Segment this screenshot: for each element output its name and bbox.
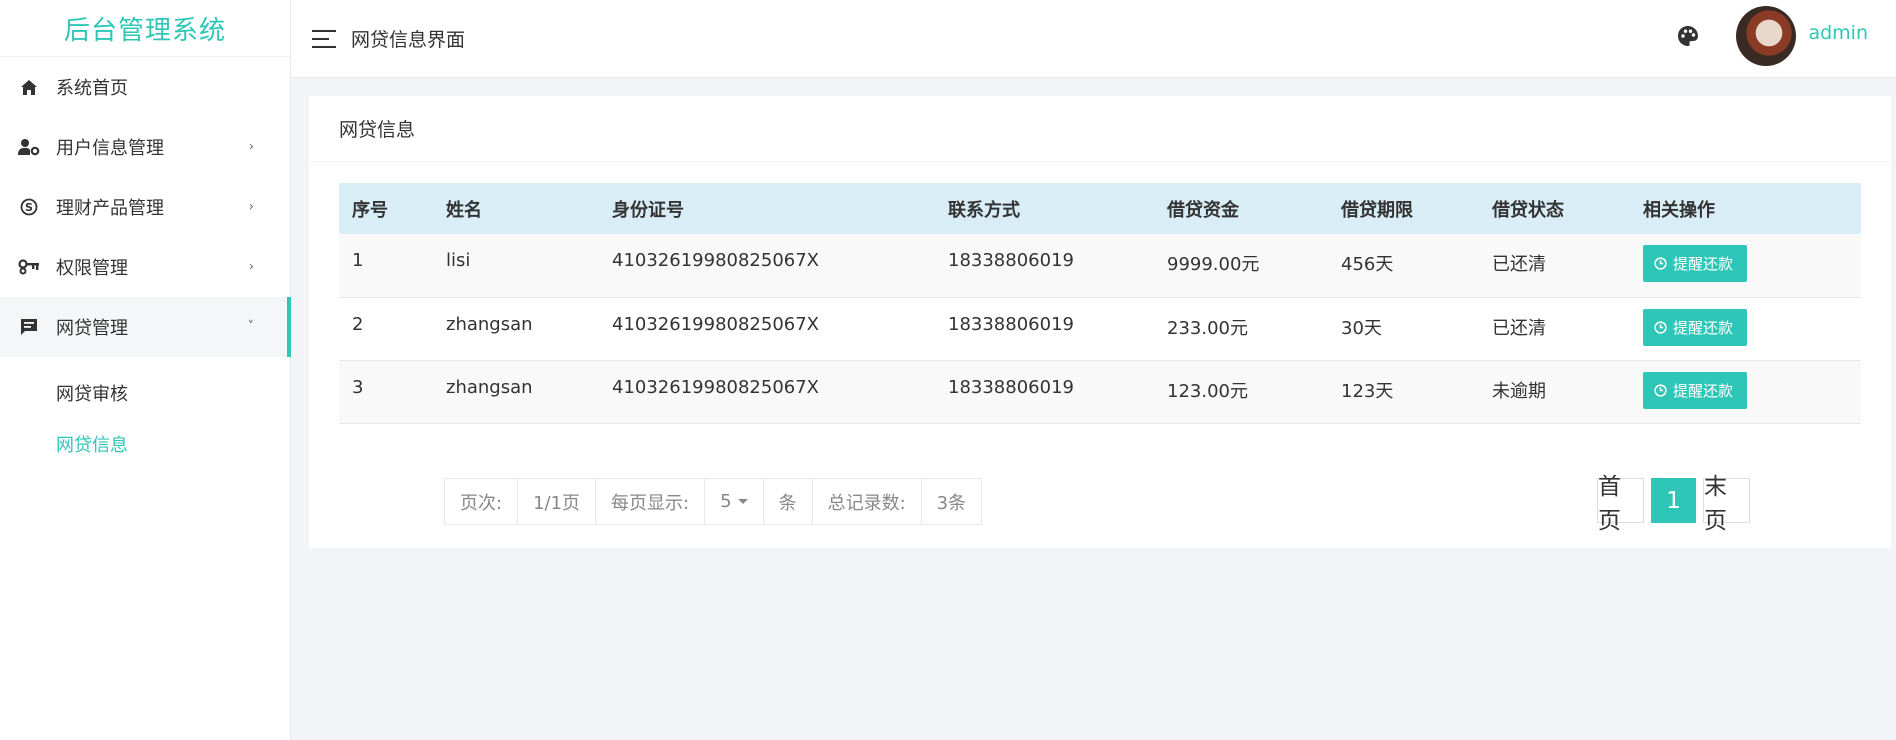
page-label: 页次: bbox=[445, 479, 519, 524]
last-page-button[interactable]: 末页 bbox=[1703, 474, 1750, 534]
sidebar-item-label: 权限管理 bbox=[56, 258, 128, 279]
cell-term: 456天 bbox=[1341, 254, 1394, 275]
cell-amount: 233.00元 bbox=[1167, 317, 1248, 339]
card-title: 网贷信息 bbox=[309, 96, 1891, 162]
cell-phone: 18338806019 bbox=[948, 376, 1074, 398]
sidebar-item-label: 系统首页 bbox=[56, 78, 128, 99]
cell-no: 1 bbox=[352, 250, 364, 271]
column-header: 姓名 bbox=[446, 199, 482, 221]
cell-term: 30天 bbox=[1341, 317, 1382, 339]
table-row: 1 lisi 41032619980825067X 18338806019 99… bbox=[339, 234, 1861, 297]
pagination-info: 页次: 1/1页 每页显示: 5 条 总记录数: 3条 bbox=[444, 478, 983, 525]
menu-toggle-icon[interactable] bbox=[312, 29, 336, 48]
chevron-down-icon: ˅ bbox=[247, 319, 255, 335]
column-header: 相关操作 bbox=[1643, 199, 1715, 221]
chevron-right-icon: › bbox=[248, 139, 254, 155]
cell-status: 已还清 bbox=[1492, 254, 1546, 275]
cell-name: lisi bbox=[446, 250, 471, 271]
chevron-right-icon: › bbox=[248, 199, 254, 215]
total-value: 3条 bbox=[936, 492, 967, 514]
brand: 后台管理系统 bbox=[0, 0, 290, 57]
remind-repay-label: 提醒还款 bbox=[1673, 381, 1734, 400]
cell-name: zhangsan bbox=[446, 376, 533, 398]
per-page-unit: 条 bbox=[764, 479, 813, 524]
key-icon bbox=[18, 256, 40, 278]
svg-text:S: S bbox=[25, 201, 33, 214]
cell-id-card: 41032619980825067X bbox=[612, 376, 820, 398]
cell-id-card: 41032619980825067X bbox=[612, 250, 820, 271]
sidebar-item-loan-management[interactable]: 网贷管理 ˅ bbox=[0, 297, 291, 357]
cell-no: 3 bbox=[352, 376, 364, 398]
column-header: 联系方式 bbox=[948, 199, 1020, 221]
cell-amount: 9999.00元 bbox=[1167, 254, 1260, 275]
sidebar-subitem-loan-review[interactable]: 网贷审核 bbox=[0, 367, 290, 418]
table-row: 3 zhangsan 41032619980825067X 1833880601… bbox=[339, 360, 1861, 423]
remind-repay-button[interactable]: 提醒还款 bbox=[1643, 308, 1748, 346]
cell-action: 提醒还款 bbox=[1630, 360, 1861, 423]
caret-down-icon bbox=[737, 499, 748, 504]
remind-repay-button[interactable]: 提醒还款 bbox=[1643, 371, 1748, 409]
clock-icon bbox=[1654, 320, 1667, 334]
remind-repay-button[interactable]: 提醒还款 bbox=[1643, 245, 1748, 282]
column-header: 序号 bbox=[352, 199, 388, 221]
cell-id-card: 41032619980825067X bbox=[612, 313, 820, 335]
total-label: 总记录数: bbox=[813, 479, 922, 524]
skype-icon: S bbox=[18, 196, 40, 218]
top-header: 网贷信息界面 admin bbox=[291, 0, 1896, 78]
sidebar-item-permission[interactable]: 权限管理 › bbox=[0, 237, 290, 297]
sidebar-item-label: 理财产品管理 bbox=[56, 198, 164, 219]
cell-no: 2 bbox=[352, 313, 364, 335]
first-page-button[interactable]: 首页 bbox=[1597, 474, 1644, 534]
chevron-right-icon: › bbox=[248, 259, 254, 275]
cell-status: 未逾期 bbox=[1492, 380, 1546, 402]
app-title: 后台管理系统 bbox=[63, 15, 226, 46]
page-number-button[interactable]: 1 bbox=[1651, 478, 1696, 523]
avatar[interactable] bbox=[1736, 6, 1796, 66]
table-row: 2 zhangsan 41032619980825067X 1833880601… bbox=[339, 297, 1861, 360]
column-header: 借贷资金 bbox=[1167, 199, 1239, 221]
sidebar-item-home[interactable]: 系统首页 bbox=[0, 57, 290, 117]
user-gear-icon bbox=[18, 136, 40, 158]
username[interactable]: admin bbox=[1808, 22, 1868, 44]
per-page-select[interactable]: 5 bbox=[705, 479, 764, 524]
home-icon bbox=[18, 76, 40, 98]
cell-amount: 123.00元 bbox=[1167, 380, 1248, 402]
per-page-value: 5 bbox=[720, 491, 732, 512]
cell-name: zhangsan bbox=[446, 313, 533, 335]
message-icon bbox=[18, 316, 40, 338]
remind-repay-label: 提醒还款 bbox=[1673, 255, 1734, 273]
sidebar-item-user-management[interactable]: 用户信息管理 › bbox=[0, 117, 290, 177]
cell-action: 提醒还款 bbox=[1630, 234, 1861, 297]
pagination-nav: 首页 1 末页 bbox=[1597, 474, 1750, 534]
loan-table: 序号 姓名 身份证号 联系方式 借贷资金 借贷期限 借贷状态 相关操作 1 li… bbox=[339, 183, 1861, 424]
per-page-label: 每页显示: bbox=[596, 479, 706, 524]
clock-icon bbox=[1654, 383, 1667, 397]
sidebar-item-product-management[interactable]: S 理财产品管理 › bbox=[0, 177, 290, 237]
cell-phone: 18338806019 bbox=[948, 250, 1074, 271]
sidebar-subitem-loan-info[interactable]: 网贷信息 bbox=[0, 418, 290, 469]
cell-phone: 18338806019 bbox=[948, 313, 1074, 335]
sidebar-item-label: 用户信息管理 bbox=[56, 138, 164, 159]
page-title: 网贷信息界面 bbox=[351, 29, 466, 51]
column-header: 身份证号 bbox=[612, 199, 684, 221]
table-header-row: 序号 姓名 身份证号 联系方式 借贷资金 借贷期限 借贷状态 相关操作 bbox=[339, 183, 1861, 234]
sidebar: 后台管理系统 系统首页 用户信息管理 › S 理财产品管理 › 权限管理 › 网… bbox=[0, 0, 291, 740]
sidebar-item-label: 网贷管理 bbox=[56, 318, 128, 339]
column-header: 借贷期限 bbox=[1341, 199, 1413, 221]
cell-status: 已还清 bbox=[1492, 317, 1546, 339]
remind-repay-label: 提醒还款 bbox=[1673, 318, 1734, 337]
column-header: 借贷状态 bbox=[1492, 199, 1564, 221]
clock-icon bbox=[1654, 257, 1667, 270]
palette-icon[interactable] bbox=[1676, 24, 1700, 48]
cell-term: 123天 bbox=[1341, 380, 1394, 402]
page-value: 1/1页 bbox=[518, 479, 597, 524]
cell-action: 提醒还款 bbox=[1630, 297, 1861, 360]
